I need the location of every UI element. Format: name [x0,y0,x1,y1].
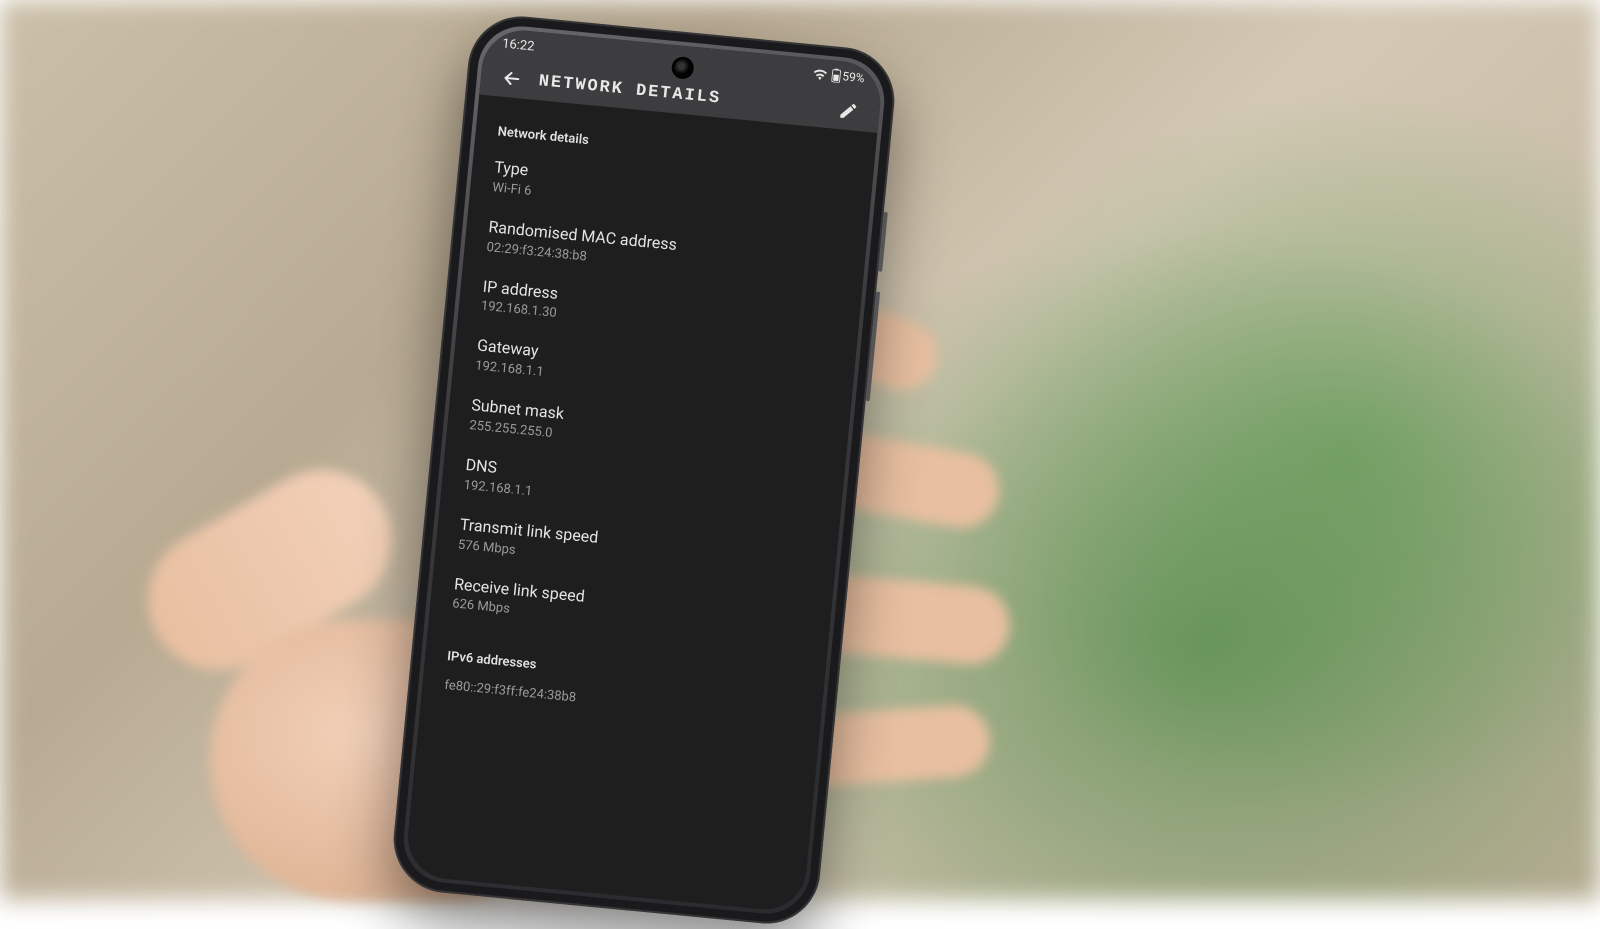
battery-icon: 59% [831,68,865,85]
edit-button[interactable] [834,97,862,125]
phone-device: 16:22 59% NETWORK DETAILS [389,12,899,929]
back-button[interactable] [498,64,526,92]
settings-content[interactable]: Network details Type Wi-Fi 6 Randomised … [404,94,877,913]
phone-screen: 16:22 59% NETWORK DETAILS [404,27,884,913]
battery-percentage: 59% [842,69,866,85]
status-time: 16:22 [501,36,535,54]
wifi-icon [812,67,828,80]
